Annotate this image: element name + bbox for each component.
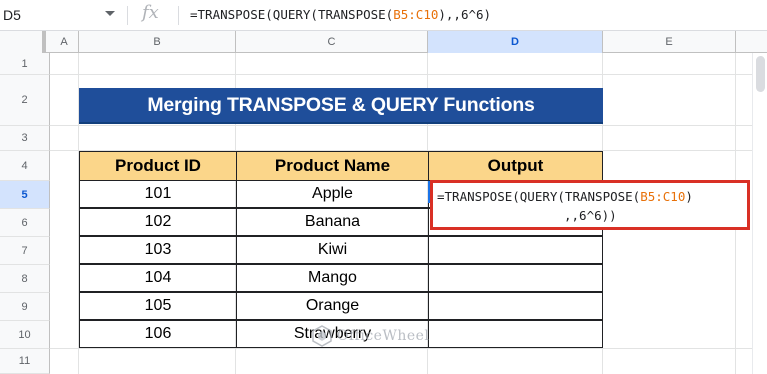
- table-cell-output[interactable]: [428, 320, 603, 348]
- divider: [127, 6, 128, 25]
- sheet-title: Merging TRANSPOSE & QUERY Functions: [79, 88, 603, 124]
- row-header-9[interactable]: 9: [0, 293, 50, 321]
- table-cell-name[interactable]: Banana: [236, 208, 429, 236]
- scrollbar-thumb[interactable]: [756, 56, 765, 92]
- table-cell-output[interactable]: [428, 264, 603, 292]
- watermark-logo-icon: [312, 325, 332, 347]
- table-cell-id[interactable]: 104: [79, 264, 237, 292]
- table-cell-name[interactable]: Kiwi: [236, 236, 429, 264]
- row-header-2[interactable]: 2: [0, 75, 50, 126]
- formula-input[interactable]: =TRANSPOSE(QUERY(TRANSPOSE(B5:C10),,6^6): [190, 7, 491, 22]
- table-cell-name[interactable]: Mango: [236, 264, 429, 292]
- table-cell-name[interactable]: Apple: [236, 180, 429, 208]
- row-header-6[interactable]: 6: [0, 209, 50, 237]
- function-icon: fx: [142, 2, 159, 23]
- grid-line: [50, 74, 752, 75]
- column-header-e[interactable]: E: [603, 31, 736, 53]
- row-header-3[interactable]: 3: [0, 126, 50, 151]
- vertical-scrollbar[interactable]: [752, 53, 767, 374]
- row-header-1[interactable]: 1: [0, 53, 50, 75]
- table-cell-id[interactable]: 102: [79, 208, 237, 236]
- cell-formula-line-1: =TRANSPOSE(QUERY(TRANSPOSE(B5:C10): [437, 189, 693, 204]
- row-header-10[interactable]: 10: [0, 321, 50, 349]
- table-cell-id[interactable]: 103: [79, 236, 237, 264]
- name-box[interactable]: D5: [0, 0, 128, 30]
- cell-formula-line-2: ,,6^6)): [564, 208, 617, 223]
- grid-line: [50, 348, 752, 349]
- table-cell-id[interactable]: 105: [79, 292, 237, 320]
- table-cell-output[interactable]: [428, 292, 603, 320]
- table-header-output: Output: [428, 151, 603, 181]
- row-header-8[interactable]: 8: [0, 265, 50, 293]
- cell-formula-editor[interactable]: =TRANSPOSE(QUERY(TRANSPOSE(B5:C10) ,,6^6…: [430, 180, 750, 230]
- cell-formula-prefix: =TRANSPOSE(QUERY(TRANSPOSE(: [437, 189, 641, 204]
- table-cell-id[interactable]: 106: [79, 320, 237, 348]
- table-header-product-id: Product ID: [79, 151, 237, 181]
- formula-range-ref: B5:C10: [393, 7, 439, 22]
- formula-mid: QUERY(TRANSPOSE(: [272, 7, 394, 22]
- cell-formula-paren: ): [685, 189, 693, 204]
- row-header-11[interactable]: 11: [0, 349, 50, 374]
- cell-formula-range-ref: B5:C10: [640, 189, 686, 204]
- table-header-product-name: Product Name: [236, 151, 429, 181]
- column-header-b[interactable]: B: [79, 31, 236, 53]
- row-header-5[interactable]: 5: [0, 181, 50, 209]
- chevron-down-icon[interactable]: [105, 11, 115, 16]
- divider: [178, 6, 179, 25]
- formula-bar: D5 fx =TRANSPOSE(QUERY(TRANSPOSE(B5:C10)…: [0, 0, 767, 31]
- column-header-c[interactable]: C: [236, 31, 428, 53]
- column-header-a[interactable]: A: [50, 31, 79, 53]
- table-cell-id[interactable]: 101: [79, 180, 237, 208]
- table-cell-name[interactable]: Orange: [236, 292, 429, 320]
- formula-prefix: =TRANSPOSE(: [190, 7, 273, 22]
- grid-line: [50, 125, 752, 126]
- formula-suffix: ),,6^6): [438, 7, 492, 22]
- row-header-4[interactable]: 4: [0, 151, 50, 181]
- column-headers: A B C D E: [0, 31, 767, 53]
- watermark-text: OfficeWheel: [337, 328, 430, 344]
- row-header-7[interactable]: 7: [0, 237, 50, 265]
- select-all-corner[interactable]: [0, 31, 46, 53]
- table-cell-output[interactable]: [428, 236, 603, 264]
- name-box-value: D5: [3, 7, 21, 23]
- column-header-d[interactable]: D: [428, 31, 603, 53]
